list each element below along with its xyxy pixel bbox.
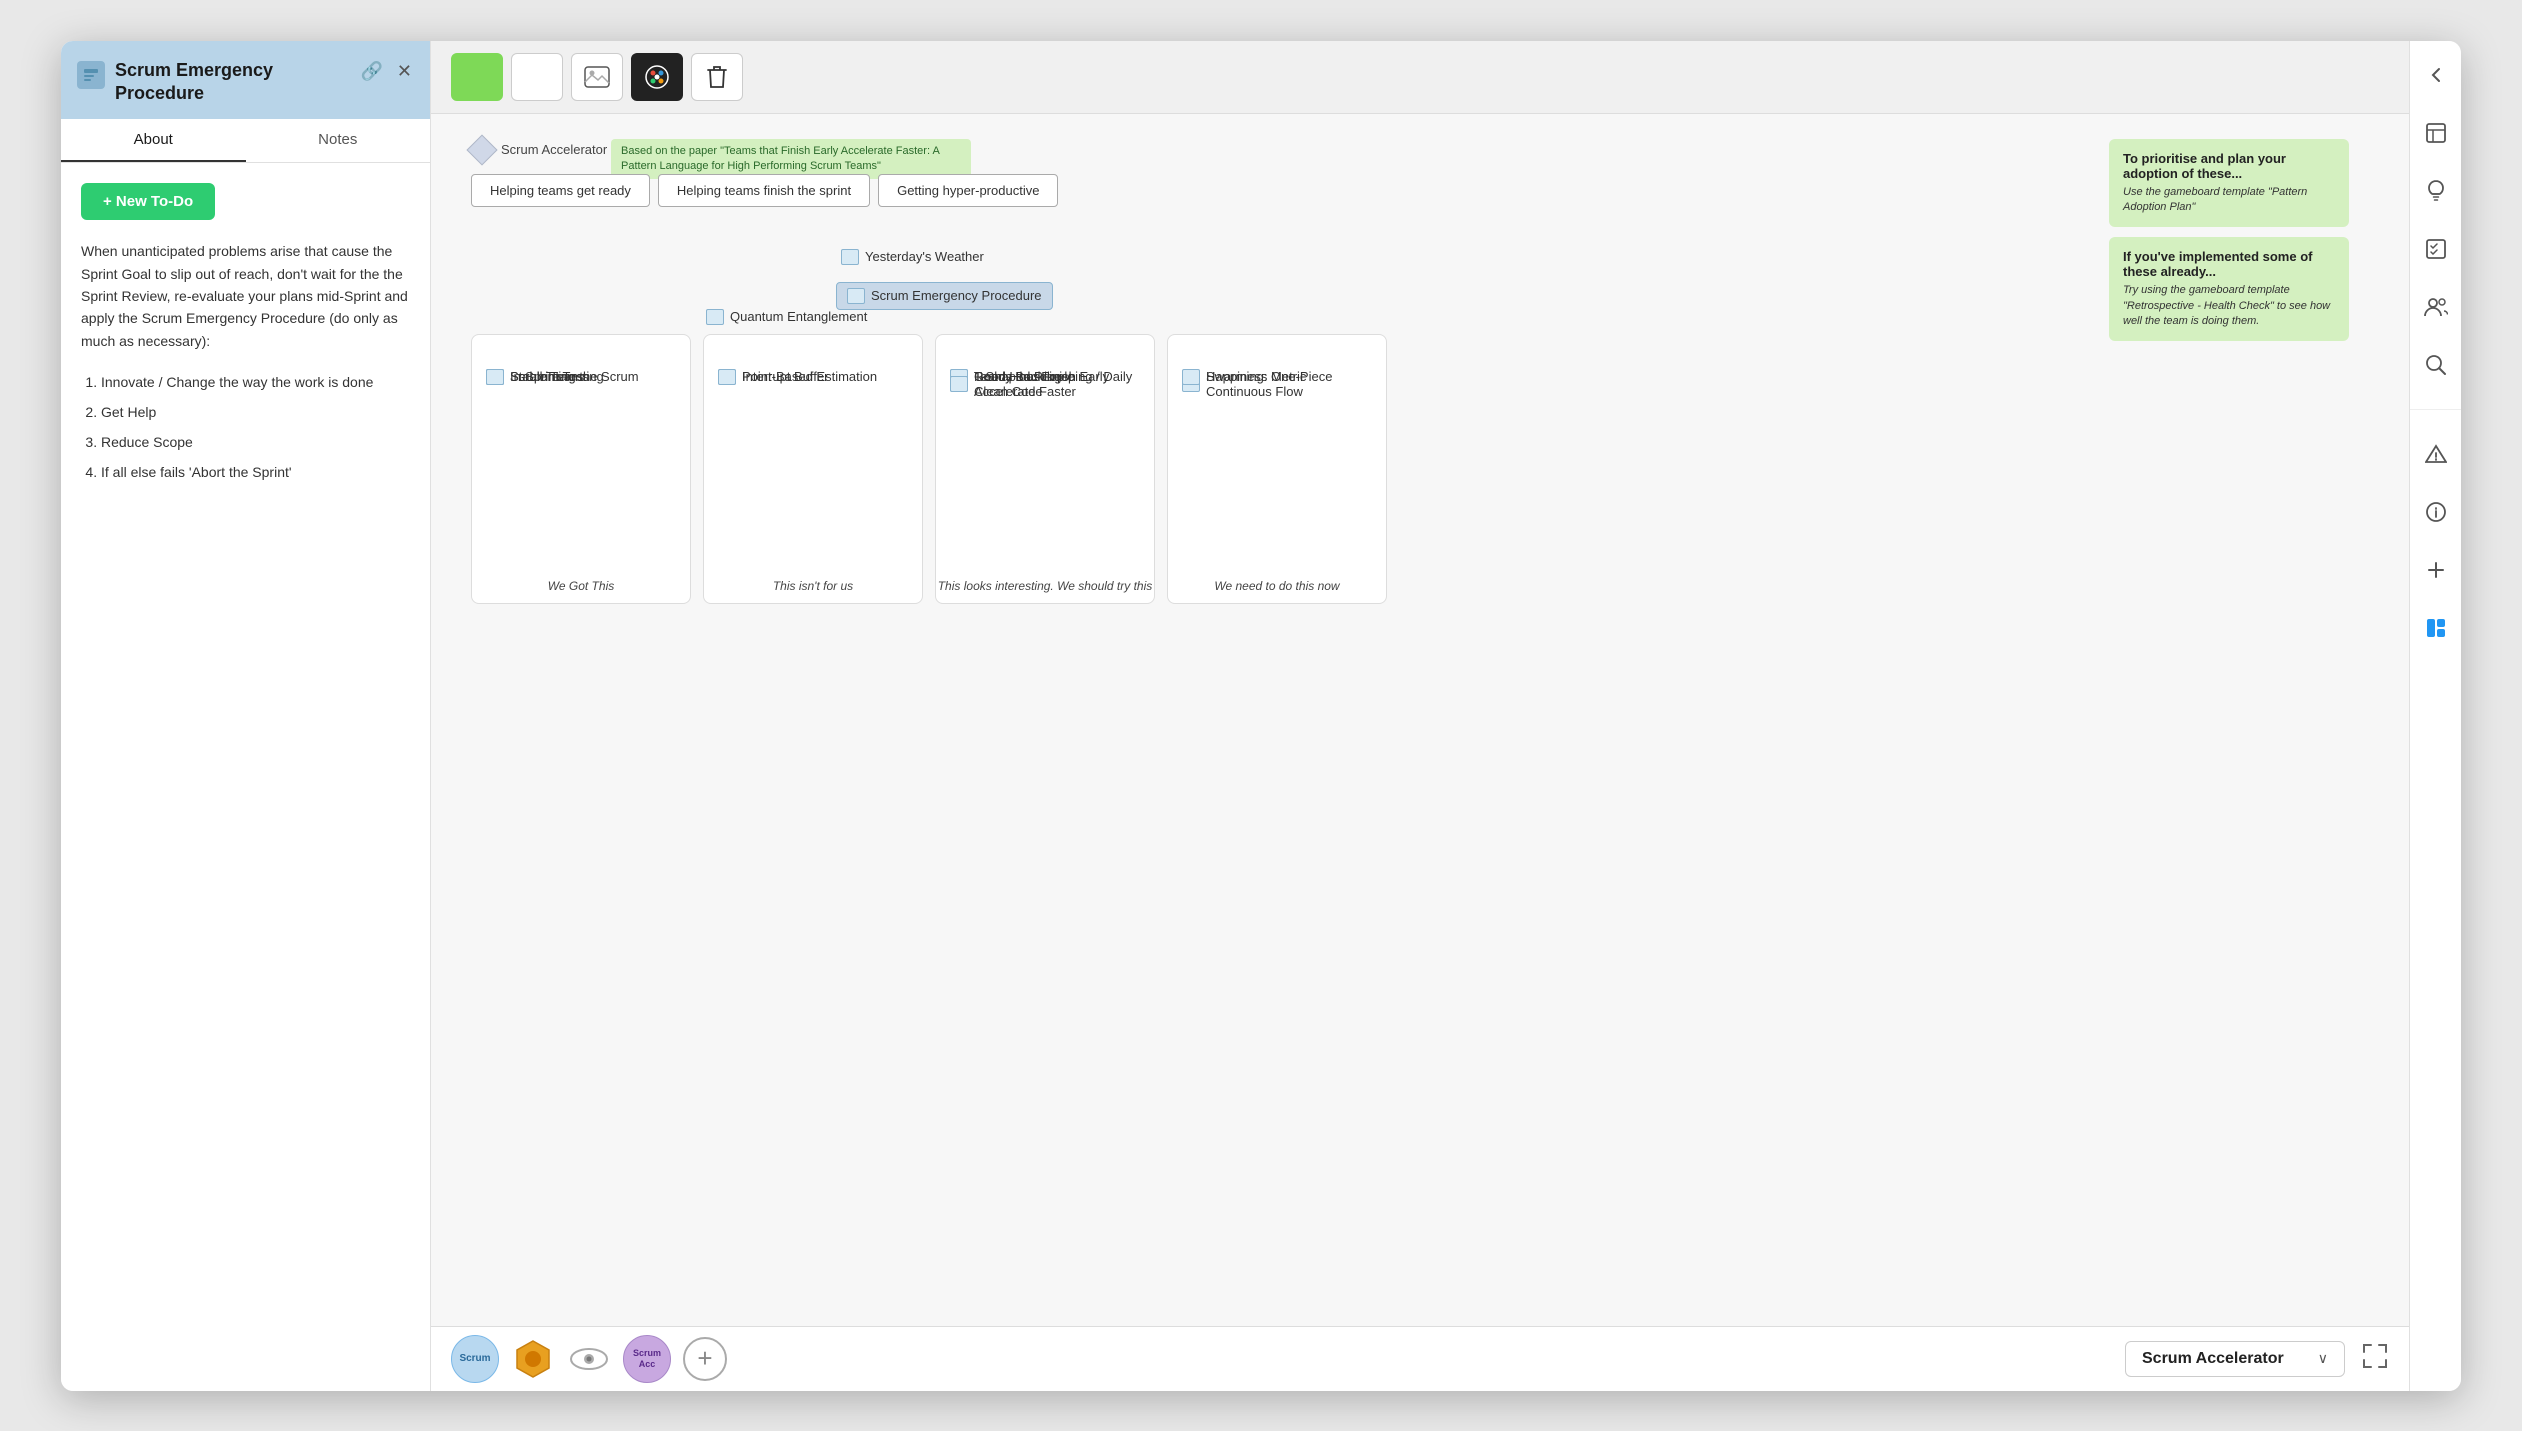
scrum-acc-icon[interactable]: ScrumAcc bbox=[623, 1335, 671, 1383]
quadrant-container: Scrumming the Scrum Stable Teams Small T… bbox=[471, 334, 1387, 604]
scrum-icon[interactable]: Scrum bbox=[451, 1335, 499, 1383]
sidebar-title-area: Scrum Emergency Procedure bbox=[77, 59, 358, 106]
happiness-metric-label: Happiness Metric bbox=[1206, 369, 1306, 384]
warning-button[interactable] bbox=[2418, 436, 2454, 472]
teams-finish-early-label: Teams that Finish Early Accelerate Faste… bbox=[974, 369, 1154, 399]
pattern-icon bbox=[1182, 369, 1200, 385]
link-button[interactable]: 🔗 bbox=[358, 59, 384, 84]
collapse-panel-button[interactable] bbox=[2418, 57, 2454, 93]
scrum-accelerator-node[interactable]: Scrum Accelerator bbox=[471, 139, 607, 161]
search-button[interactable] bbox=[2418, 347, 2454, 383]
point-estimation-item[interactable]: Point-Based Estimation bbox=[718, 369, 877, 385]
pattern-icon bbox=[950, 376, 968, 392]
pattern-icon bbox=[841, 249, 859, 265]
sidebar-description: When unanticipated problems arise that c… bbox=[81, 240, 410, 352]
map-view-button[interactable] bbox=[2418, 115, 2454, 151]
scrum-accelerator-label: Scrum Accelerator bbox=[501, 142, 607, 157]
scrum-emergency-label: Scrum Emergency Procedure bbox=[871, 288, 1042, 303]
list-item: Reduce Scope bbox=[101, 428, 410, 456]
list-item: If all else fails 'Abort the Sprint' bbox=[101, 458, 410, 486]
canvas-inner: Scrum Accelerator Based on the paper "Te… bbox=[451, 134, 2389, 1034]
quadrant-not-for-us: Interrupt Buffer Point-Based Estimation … bbox=[703, 334, 923, 604]
info-box-prioritise: To prioritise and plan your adoption of … bbox=[2109, 139, 2349, 228]
quantum-entanglement-label: Quantum Entanglement bbox=[730, 309, 867, 324]
sidebar-icon bbox=[77, 61, 105, 89]
diamond-icon bbox=[466, 134, 497, 165]
image-button[interactable] bbox=[571, 53, 623, 101]
close-button[interactable]: ✕ bbox=[395, 59, 414, 84]
point-estimation-label: Point-Based Estimation bbox=[742, 369, 877, 384]
q2-label: This isn't for us bbox=[704, 579, 922, 595]
main-content: Scrum Accelerator Based on the paper "Te… bbox=[431, 41, 2409, 1391]
yesterdays-weather-label: Yesterday's Weather bbox=[865, 249, 984, 264]
scrum-accelerator-dropdown[interactable]: Scrum Accelerator ∨ bbox=[2125, 1341, 2345, 1377]
quadrant-interesting: T-Shaped People Ready Backlog Good House… bbox=[935, 334, 1155, 604]
category-finish-sprint[interactable]: Helping teams finish the sprint bbox=[658, 174, 870, 207]
info-boxes: To prioritise and plan your adoption of … bbox=[2109, 139, 2349, 352]
left-sidebar: Scrum Emergency Procedure 🔗 ✕ About Note… bbox=[61, 41, 431, 1391]
dropdown-label: Scrum Accelerator bbox=[2142, 1350, 2284, 1368]
color-white-button[interactable] bbox=[511, 53, 563, 101]
category-get-ready[interactable]: Helping teams get ready bbox=[471, 174, 650, 207]
in-sprint-testing-label: In-Sprint Testing bbox=[510, 369, 604, 384]
quadrant-we-got-this: Scrumming the Scrum Stable Teams Small T… bbox=[471, 334, 691, 604]
happiness-metric-item[interactable]: Happiness Metric bbox=[1182, 369, 1306, 385]
sidebar-header: Scrum Emergency Procedure 🔗 ✕ bbox=[61, 41, 430, 120]
info-button[interactable] bbox=[2418, 494, 2454, 530]
bottom-icons: Scrum bbox=[451, 1335, 727, 1383]
list-item: Get Help bbox=[101, 398, 410, 426]
category-hyper-productive[interactable]: Getting hyper-productive bbox=[878, 174, 1058, 207]
q3-label: This looks interesting. We should try th… bbox=[936, 579, 1154, 595]
checklist-button[interactable] bbox=[2418, 231, 2454, 267]
eye-icon[interactable] bbox=[567, 1337, 611, 1381]
category-buttons: Helping teams get ready Helping teams fi… bbox=[471, 174, 1058, 207]
canvas-area[interactable]: Scrum Accelerator Based on the paper "Te… bbox=[431, 114, 2409, 1326]
chevron-down-icon: ∨ bbox=[2318, 1350, 2328, 1367]
info-box-sub-1: Use the gameboard template "Pattern Adop… bbox=[2123, 185, 2335, 216]
sidebar-title: Scrum Emergency Procedure bbox=[115, 59, 358, 106]
quantum-entanglement-node[interactable]: Quantum Entanglement bbox=[706, 309, 867, 325]
new-todo-button[interactable]: + New To-Do bbox=[81, 183, 215, 220]
sidebar-content: + New To-Do When unanticipated problems … bbox=[61, 163, 430, 1390]
fullscreen-button[interactable] bbox=[2361, 1342, 2389, 1376]
yesterdays-weather-node[interactable]: Yesterday's Weather bbox=[841, 249, 984, 265]
scrum-emergency-node[interactable]: Scrum Emergency Procedure bbox=[836, 282, 1053, 310]
right-rail bbox=[2409, 41, 2461, 1391]
in-sprint-testing-item[interactable]: In-Sprint Testing bbox=[486, 369, 604, 385]
q4-label: We need to do this now bbox=[1168, 579, 1386, 595]
list-item: Innovate / Change the way the work is do… bbox=[101, 368, 410, 396]
pattern-icon bbox=[486, 369, 504, 385]
pattern-icon-quantum bbox=[706, 309, 724, 325]
color-green-button[interactable] bbox=[451, 53, 503, 101]
teams-finish-early-item[interactable]: Teams that Finish Early Accelerate Faste… bbox=[950, 369, 1154, 399]
lightbulb-button[interactable] bbox=[2418, 173, 2454, 209]
template-button[interactable] bbox=[2418, 610, 2454, 646]
quadrant-do-now: Swarming: One-Piece Continuous Flow Happ… bbox=[1167, 334, 1387, 604]
bottom-bar: Scrum bbox=[431, 1326, 2409, 1391]
tab-about[interactable]: About bbox=[61, 119, 246, 162]
info-box-sub-2: Try using the gameboard template "Retros… bbox=[2123, 283, 2335, 329]
add-icon[interactable]: + bbox=[683, 1337, 727, 1381]
info-box-title-1: To prioritise and plan your adoption of … bbox=[2123, 151, 2335, 181]
info-box-implemented: If you've implemented some of these alre… bbox=[2109, 237, 2349, 341]
paper-ref-text: Based on the paper "Teams that Finish Ea… bbox=[621, 145, 939, 172]
sidebar-tabs: About Notes bbox=[61, 119, 430, 163]
toolbar bbox=[431, 41, 2409, 114]
q1-label: We Got This bbox=[472, 579, 690, 595]
palette-button[interactable] bbox=[631, 53, 683, 101]
pattern-icon bbox=[718, 369, 736, 385]
people-button[interactable] bbox=[2418, 289, 2454, 325]
hex-orange-icon[interactable] bbox=[511, 1337, 555, 1381]
sidebar-list: Innovate / Change the way the work is do… bbox=[81, 368, 410, 486]
tab-notes[interactable]: Notes bbox=[246, 119, 431, 162]
pattern-icon-highlight bbox=[847, 288, 865, 304]
sidebar-header-actions: 🔗 ✕ bbox=[358, 59, 414, 84]
info-box-title-2: If you've implemented some of these alre… bbox=[2123, 249, 2335, 279]
add-button[interactable] bbox=[2418, 552, 2454, 588]
delete-button[interactable] bbox=[691, 53, 743, 101]
